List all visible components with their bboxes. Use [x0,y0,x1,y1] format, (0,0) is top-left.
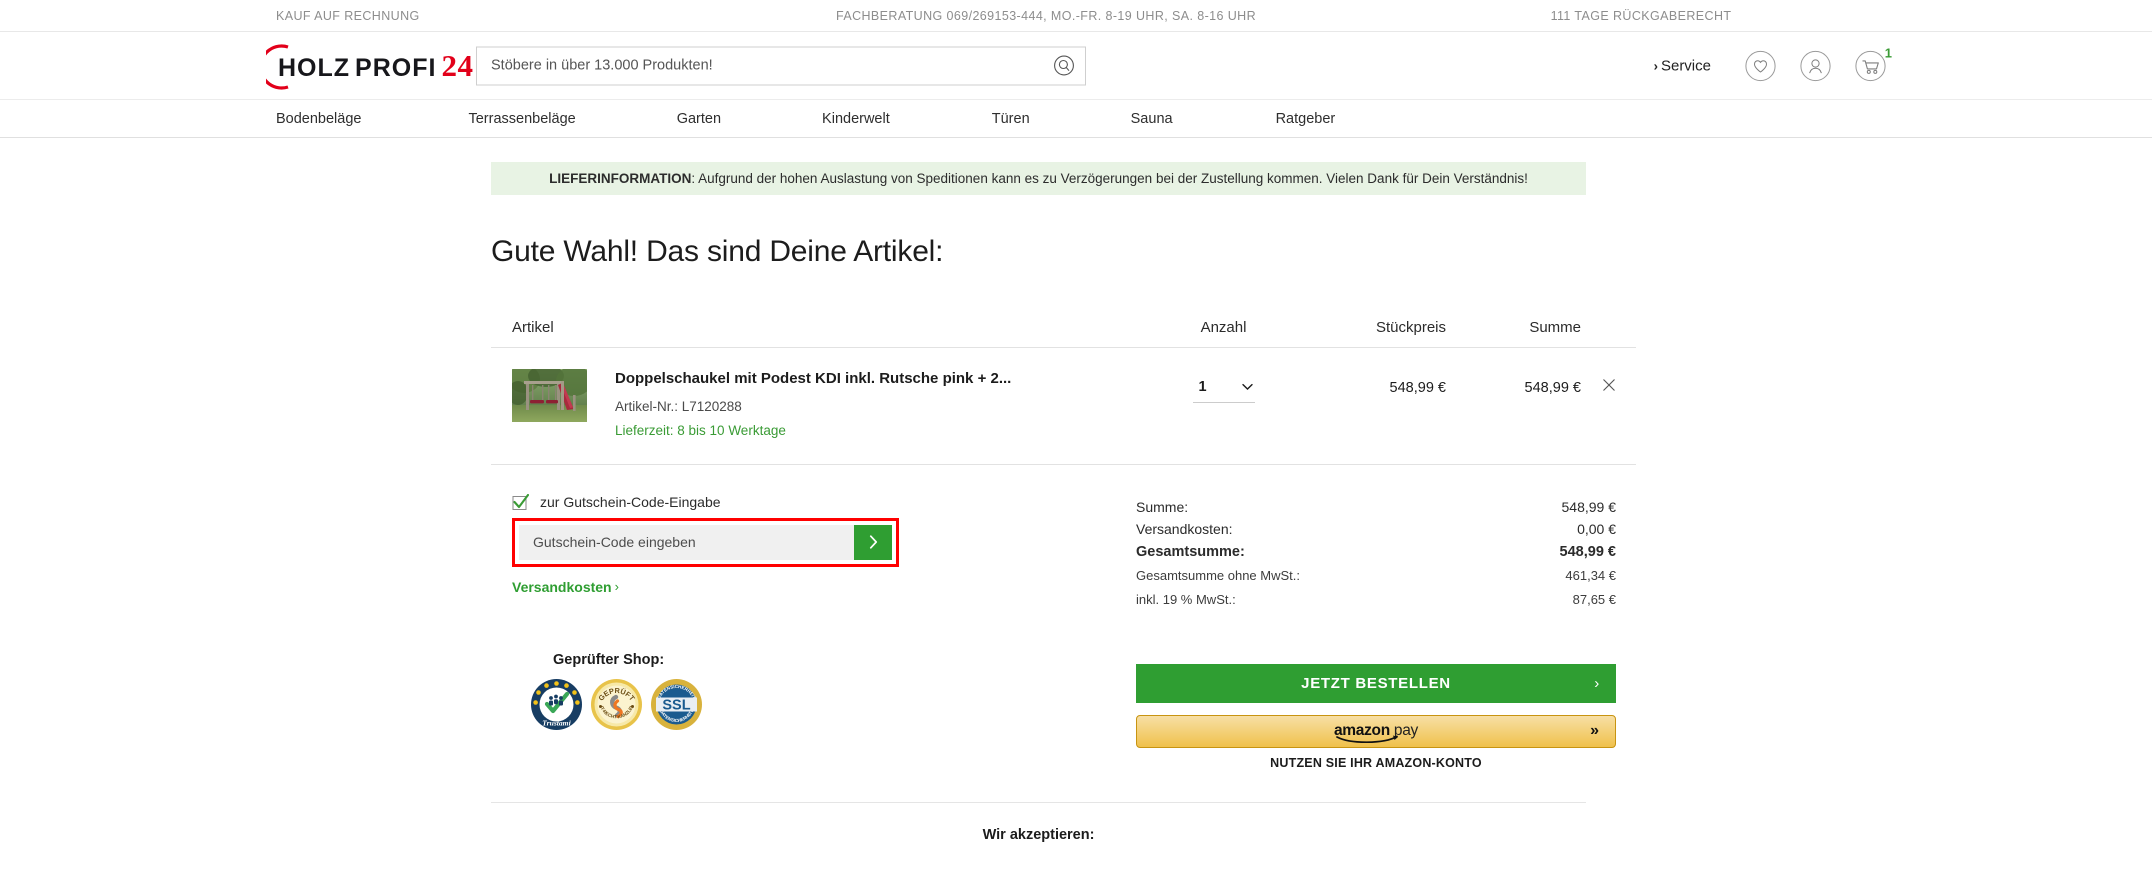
column-header-unit-price: Stückpreis [1375,319,1446,336]
wishlist-button[interactable] [1745,50,1776,81]
trustami-seal-label: Trustami [542,718,571,727]
voucher-highlight-box [512,517,899,567]
summary-value-vat: 87,65 € [1572,592,1616,608]
nav-item-garten[interactable]: Garten [677,111,721,127]
nav-item-ratgeber[interactable]: Ratgeber [1276,111,1336,127]
column-header-sum: Summe [1529,319,1581,336]
page-container: LIEFERINFORMATION: Aufgrund der hohen Au… [266,138,1886,843]
nav-item-bodenbelaege[interactable]: Bodenbeläge [276,111,361,127]
search-button[interactable] [1049,51,1079,81]
summary-label-subtotal: Summe: [1136,498,1189,515]
double-chevron-right-icon: » [1590,722,1599,740]
cart-table-header: Artikel Anzahl Stückpreis Summe [491,319,1636,348]
chevron-right-icon: › [1594,674,1600,692]
search-bar[interactable] [476,46,1086,85]
it-recht-kanzlei-seal-icon[interactable]: GEPRÜFT IT-RECHT KANZLEI [590,678,643,731]
summary-value-subtotal: 548,99 € [1561,498,1617,515]
voucher-toggle-label: zur Gutschein-Code-Eingabe [540,494,721,511]
order-summary: Summe: 548,99 € Versandkosten: 0,00 € Ge… [1136,494,1616,612]
summary-label-net: Gesamtsumme ohne MwSt.: [1136,568,1300,584]
cart-count-badge: 1 [1884,45,1892,60]
summary-label-grandtotal: Gesamtsumme: [1136,543,1245,560]
utility-kauf-auf-rechnung: KAUF AUF RECHNUNG [276,8,420,23]
delivery-notice-label: LIEFERINFORMATION [549,171,692,186]
delivery-notice-text: : Aufgrund der hohen Auslastung von Sped… [691,171,1528,186]
nav-item-tueren[interactable]: Türen [992,111,1030,127]
product-delivery-time: Lieferzeit: 8 bis 10 Werktage [615,422,786,438]
shipping-costs-link[interactable]: Versandkosten › [512,579,619,595]
summary-value-shipping: 0,00 € [1577,520,1616,537]
product-unit-price: 548,99 € [1389,380,1446,396]
payment-methods-title: Wir akzeptieren: [982,826,1095,843]
ssl-seal-label: SSL [662,697,690,713]
summary-value-grandtotal: 548,99 € [1559,543,1616,560]
summary-line-net: Gesamtsumme ohne MwSt.: 461,34 € [1136,564,1616,588]
place-order-button[interactable]: JETZT BESTELLEN › [1136,663,1616,703]
summary-label-shipping: Versandkosten: [1136,520,1233,537]
nav-item-terrassenbelaege[interactable]: Terrassenbeläge [468,111,575,127]
voucher-toggle[interactable]: zur Gutschein-Code-Eingabe [512,493,1136,511]
voucher-submit-button[interactable] [854,524,892,560]
amazon-smile-icon [1336,735,1398,744]
voucher-code-input[interactable] [519,524,854,560]
utility-rueckgaberecht: 111 TAGE RÜCKGABERECHT [1550,8,1732,23]
chevron-right-icon [869,535,877,549]
search-input[interactable] [491,57,1049,74]
account-button[interactable] [1800,50,1831,81]
shipping-costs-label: Versandkosten [512,578,612,595]
summary-line-subtotal: Summe: 548,99 € [1136,496,1616,518]
search-icon [1054,55,1074,76]
summary-line-grandtotal: Gesamtsumme: 548,99 € [1136,540,1616,564]
site-header: HOLZPROFI 24 › Service [0,32,2152,100]
utility-fachberatung: FACHBERATUNG 069/269153-444, MO.-FR. 8-1… [835,8,1257,23]
utility-bar: KAUF AUF RECHNUNG FACHBERATUNG 069/26915… [0,0,2152,32]
product-thumbnail[interactable] [512,369,587,422]
chevron-right-icon: › [1653,58,1658,73]
column-header-article: Artikel [512,319,554,336]
main-navigation: Bodenbeläge Terrassenbeläge Garten Kinde… [0,100,2152,138]
nav-item-sauna[interactable]: Sauna [1131,111,1173,127]
seals-title: Geprüfter Shop: [553,651,665,668]
place-order-label: JETZT BESTELLEN [1301,674,1451,692]
summary-line-shipping: Versandkosten: 0,00 € [1136,518,1616,540]
user-icon [1800,50,1831,81]
remove-item-button[interactable] [1602,378,1616,395]
trustami-seal-icon[interactable]: Trustami [530,678,583,731]
chevron-right-icon: › [614,579,619,595]
footer-divider [491,801,1586,803]
summary-label-vat: inkl. 19 % MwSt.: [1136,592,1236,608]
ssl-seal-icon[interactable]: DATENSICHERHEIT DATENSICHERHEIT SSL [650,678,703,731]
amazon-account-note: NUTZEN SIE IHR AMAZON-KONTO [1270,755,1482,770]
summary-value-net: 461,34 € [1565,568,1616,584]
cart-button[interactable]: 1 [1855,45,1892,81]
nav-item-kinderwelt[interactable]: Kinderwelt [822,111,890,127]
checkbox-checked-icon [512,493,529,510]
header-actions: › Service 1 [1654,45,1892,81]
site-logo[interactable]: HOLZ PROFI 24 [266,43,474,90]
product-line-total: 548,99 € [1524,380,1581,396]
service-link[interactable]: › Service [1654,57,1711,74]
product-article-number: Artikel-Nr.: L7120288 [615,398,742,414]
logo-text-profi: PROFI [355,54,437,82]
delivery-notice-banner: LIEFERINFORMATION: Aufgrund der hohen Au… [491,162,1586,195]
heart-icon [1745,50,1776,81]
quantity-value: 1 [1198,379,1207,395]
logo-text-24: 24 [441,48,474,83]
quantity-select[interactable]: 1 [1192,375,1255,403]
service-label: Service [1660,57,1711,74]
product-title[interactable]: Doppelschaukel mit Podest KDI inkl. Ruts… [615,370,1011,389]
page-title: Gute Wahl! Das sind Deine Artikel: [491,235,944,268]
column-header-quantity: Anzahl [1200,319,1247,336]
table-row: Doppelschaukel mit Podest KDI inkl. Ruts… [491,348,1636,465]
summary-line-vat: inkl. 19 % MwSt.: 87,65 € [1136,588,1616,612]
chevron-down-icon [1241,383,1253,390]
amazon-pay-button[interactable]: amazon pay » [1136,714,1616,748]
cart-icon [1855,50,1886,81]
cart-table: Artikel Anzahl Stückpreis Summe Doppelsc… [491,319,1636,465]
logo-arc-icon [266,43,292,90]
close-icon [1602,379,1615,391]
